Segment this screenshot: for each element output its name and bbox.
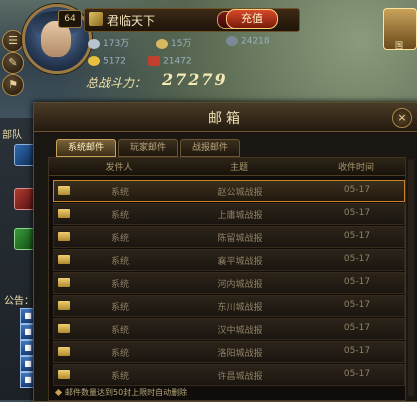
mail-row[interactable]: 系统 东川城战报 05-17 xyxy=(53,295,405,317)
mail-sender: 系统 xyxy=(110,188,129,198)
envelope-icon xyxy=(58,347,70,356)
mail-subject: 许昌城战报 xyxy=(217,372,263,382)
mailbox-title: 邮箱 xyxy=(208,111,244,127)
mail-row[interactable]: 系统 河内城战报 05-17 xyxy=(53,272,405,294)
mail-sender: 系统 xyxy=(110,211,129,221)
envelope-icon xyxy=(58,370,70,379)
mail-sender: 系统 xyxy=(110,303,129,313)
mailbox-header: 邮箱 × xyxy=(34,103,417,132)
mail-time: 05-17 xyxy=(343,277,371,287)
mail-row[interactable]: 系统 汉中城战报 05-17 xyxy=(53,318,405,340)
tab-system-mail[interactable]: 系统邮件 xyxy=(56,139,116,157)
mail-sender: 系统 xyxy=(110,326,129,336)
mail-subject: 东川城战报 xyxy=(217,303,263,313)
nation-label: 国 xyxy=(395,41,403,50)
envelope-icon xyxy=(58,232,70,241)
mail-row[interactable]: 系统 赵公城战报 05-17 xyxy=(53,180,405,202)
mail-sender: 系统 xyxy=(110,234,129,244)
mail-row[interactable]: 系统 洛阳城战报 05-17 xyxy=(53,341,405,363)
column-subject: 主题 xyxy=(229,163,248,173)
mail-time: 05-17 xyxy=(343,208,371,218)
rank-icon xyxy=(89,12,103,26)
mail-time: 05-17 xyxy=(343,346,371,356)
menu-icon[interactable]: ☰ xyxy=(2,30,24,52)
bullet-icon xyxy=(54,388,63,397)
side-tag-label: 部队 xyxy=(2,130,22,141)
gold-resource: 5172 xyxy=(88,56,126,70)
mail-time: 05-17 xyxy=(343,254,371,264)
envelope-icon xyxy=(58,324,70,333)
column-received-time: 收件时间 xyxy=(337,163,374,173)
mail-time: 05-17 xyxy=(343,231,371,241)
mail-time: 05-17 xyxy=(343,300,371,310)
silver-icon xyxy=(88,38,100,49)
envelope-icon xyxy=(58,301,70,310)
tab-player-mail[interactable]: 玩家邮件 xyxy=(118,139,178,157)
power-label: 总战斗力： xyxy=(86,76,147,90)
iron-icon xyxy=(226,36,238,46)
mail-table-header: 发件人 主题 收件时间 xyxy=(49,158,405,176)
medal-resource: 21472 xyxy=(148,56,192,70)
mail-subject: 赵公城战报 xyxy=(217,188,263,198)
mail-subject: 河内城战报 xyxy=(217,280,263,290)
mail-sender: 系统 xyxy=(110,349,129,359)
envelope-icon xyxy=(58,255,70,264)
mail-time: 05-17 xyxy=(343,323,371,333)
player-info-panel: ☰ ✎ ⚑ 64 君临天下 VIP荣誉 充值 173万 15万 24218 51… xyxy=(0,0,300,100)
flag-icon[interactable]: ⚑ xyxy=(2,74,24,96)
food-resource: 15万 xyxy=(156,36,191,50)
recharge-button[interactable]: 充值 xyxy=(226,9,278,29)
mail-time: 05-17 xyxy=(343,185,371,195)
notice-label: 公告： xyxy=(4,296,34,307)
power-value: 27279 xyxy=(162,70,228,89)
mail-row[interactable]: 系统 许昌城战报 05-17 xyxy=(53,364,405,386)
level-badge: 64 xyxy=(58,10,82,28)
iron-resource: 24218 xyxy=(226,36,270,50)
mail-subject: 洛阳城战报 xyxy=(217,349,263,359)
mail-table: 发件人 主题 收件时间 系统 赵公城战报 05-17 系统 上庸城战报 05-1… xyxy=(48,157,406,401)
left-side-panel: 部队 ■ ■ ■ ■ ■ xyxy=(0,118,37,400)
mail-sender: 系统 xyxy=(110,280,129,290)
mail-row[interactable]: 系统 上庸城战报 05-17 xyxy=(53,203,405,225)
mail-sender: 系统 xyxy=(110,257,129,267)
food-icon xyxy=(156,38,168,49)
mail-time: 05-17 xyxy=(343,369,371,379)
mail-subject: 汉中城战报 xyxy=(217,326,263,336)
envelope-icon xyxy=(58,278,70,287)
silver-resource: 173万 xyxy=(88,36,129,50)
column-sender: 发件人 xyxy=(105,163,133,173)
mail-subject: 陈留城战报 xyxy=(217,234,263,244)
envelope-icon xyxy=(58,186,70,195)
close-icon[interactable]: × xyxy=(392,108,412,128)
mail-limit-note: 邮件数量达到50封上限时自动删除 xyxy=(54,387,187,398)
player-name: 君临天下 xyxy=(107,14,156,28)
tab-battle-report-mail[interactable]: 战报邮件 xyxy=(180,139,240,157)
mail-scrollbar[interactable] xyxy=(408,159,414,397)
mail-sender: 系统 xyxy=(110,372,129,382)
medal-icon xyxy=(148,56,160,66)
mail-subject: 襄平城战报 xyxy=(217,257,263,267)
mail-row[interactable]: 系统 襄平城战报 05-17 xyxy=(53,249,405,271)
mail-subject: 上庸城战报 xyxy=(217,211,263,221)
gold-icon xyxy=(88,56,100,66)
mailbox-dialog: 邮箱 × 系统邮件 玩家邮件 战报邮件 发件人 主题 收件时间 系统 赵公城战报… xyxy=(33,102,417,402)
envelope-icon xyxy=(58,209,70,218)
mail-row[interactable]: 系统 陈留城战报 05-17 xyxy=(53,226,405,248)
edit-icon[interactable]: ✎ xyxy=(2,52,24,74)
